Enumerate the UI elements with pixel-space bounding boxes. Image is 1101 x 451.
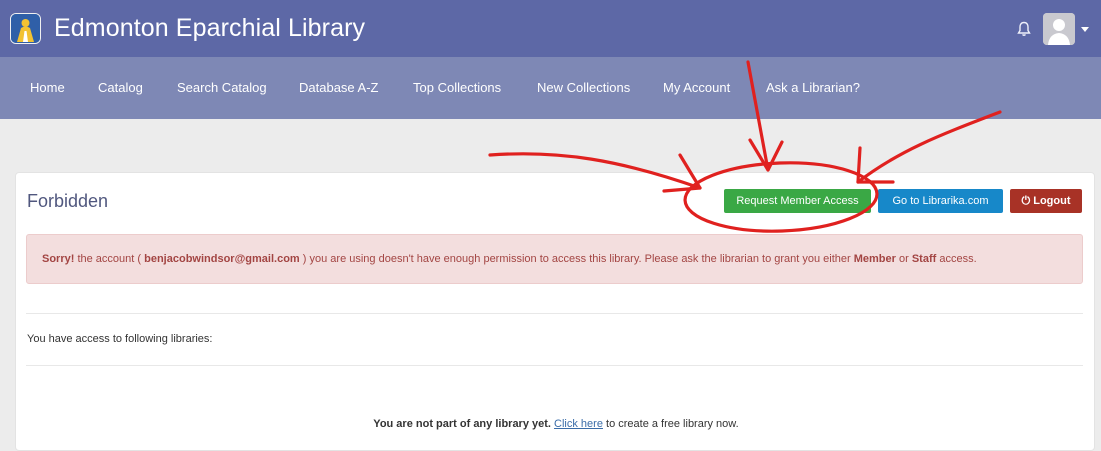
alert-text-2: ) you are using doesn't have enough perm… (299, 253, 854, 265)
alert-text-or: or (895, 253, 912, 265)
nav-item-search-catalog[interactable]: Search Catalog (177, 80, 267, 96)
request-member-access-button[interactable]: Request Member Access (724, 189, 871, 213)
nav-item-top-collections[interactable]: Top Collections (413, 80, 501, 96)
app-title[interactable]: Edmonton Eparchial Library (54, 13, 365, 43)
alert-role-staff: Staff (911, 253, 937, 265)
no-library-message: You are not part of any library yet. Cli… (16, 417, 1096, 431)
main-nav: Home Catalog Search Catalog Database A-Z… (0, 57, 1101, 119)
go-to-librarika-button[interactable]: Go to Librarika.com (878, 189, 1003, 213)
nav-item-home[interactable]: Home (30, 80, 65, 96)
user-menu-button[interactable] (1043, 13, 1090, 45)
alert-text-3: access. (936, 253, 977, 265)
logout-label: Logout (1033, 195, 1071, 207)
chevron-down-icon (1081, 26, 1089, 32)
library-logo-icon[interactable] (10, 13, 41, 44)
permission-alert: Sorry! the account ( benjacobwindsor@gma… (26, 234, 1083, 284)
alert-text-1: the account ( (74, 253, 145, 265)
forbidden-panel: Forbidden Request Member Access Go to Li… (15, 172, 1095, 451)
nav-item-ask-a-librarian[interactable]: Ask a Librarian? (766, 80, 860, 96)
access-libraries-label: You have access to following libraries: (27, 333, 213, 345)
bell-icon[interactable] (1015, 20, 1033, 38)
nav-item-my-account[interactable]: My Account (663, 80, 730, 96)
power-icon: ⏻ (1021, 195, 1031, 207)
page-title: Forbidden (27, 191, 109, 211)
divider (26, 365, 1083, 366)
alert-email: benjacobwindsor@gmail.com (144, 253, 300, 265)
nav-item-catalog[interactable]: Catalog (98, 80, 143, 96)
no-library-rest: to create a free library now. (602, 418, 739, 430)
no-library-bold: You are not part of any library yet (373, 418, 548, 430)
top-header: Edmonton Eparchial Library (0, 0, 1101, 57)
logout-button[interactable]: ⏻ Logout (1010, 189, 1082, 213)
user-avatar-icon (1043, 13, 1075, 45)
create-library-link[interactable]: Click here (554, 418, 603, 430)
alert-prefix: Sorry! (42, 253, 75, 265)
divider (26, 313, 1083, 314)
alert-role-member: Member (853, 253, 896, 265)
nav-item-database-a-z[interactable]: Database A-Z (299, 80, 379, 96)
nav-item-new-collections[interactable]: New Collections (537, 80, 630, 96)
